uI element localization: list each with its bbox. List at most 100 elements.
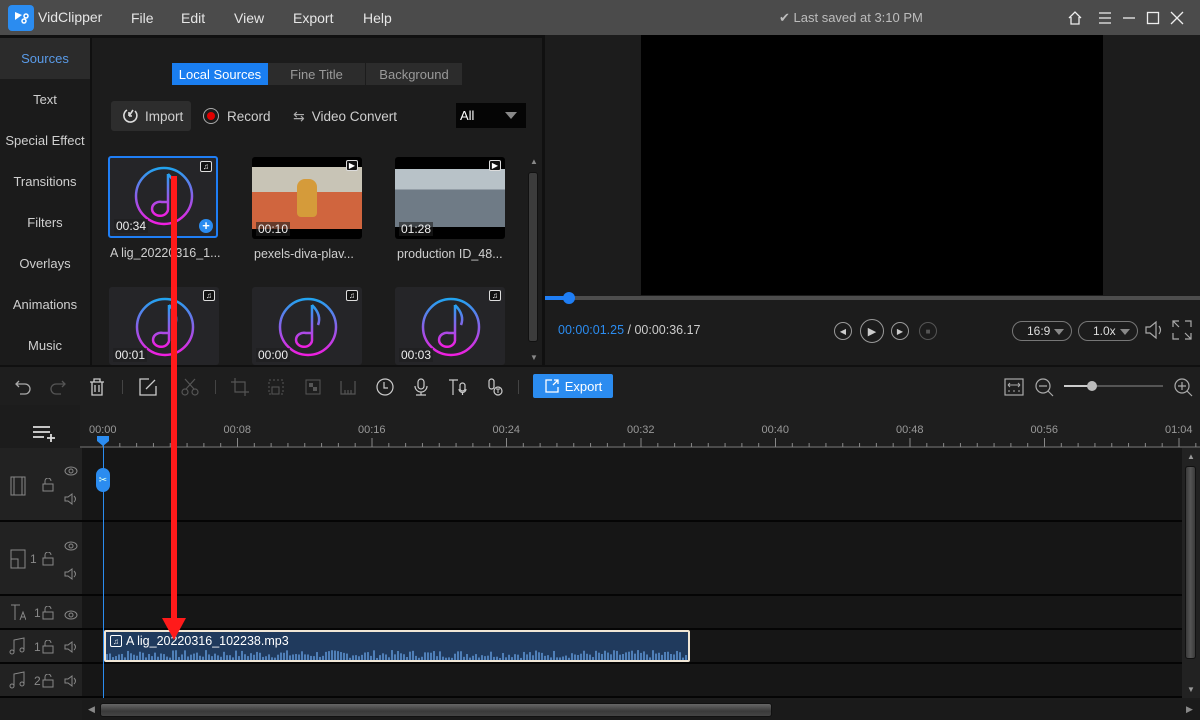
nav-special-effect[interactable]: Special Effect <box>0 120 90 161</box>
waveform-bar <box>349 657 351 660</box>
lock-icon[interactable] <box>42 673 54 691</box>
lock-icon[interactable] <box>42 551 54 569</box>
waveform-bar <box>667 651 669 660</box>
nav-text[interactable]: Text <box>0 79 90 120</box>
waveform-bar <box>151 656 153 660</box>
audio-mix-icon[interactable] <box>338 377 358 397</box>
record-voice-icon[interactable] <box>411 377 431 397</box>
maximize-icon[interactable] <box>1144 9 1162 27</box>
duration-icon[interactable] <box>375 377 395 397</box>
speaker-icon[interactable] <box>64 675 78 690</box>
track-divider <box>0 594 1182 596</box>
minimize-icon[interactable] <box>1120 9 1138 27</box>
menu-view[interactable]: View <box>234 10 264 26</box>
menu-icon[interactable] <box>1096 9 1114 27</box>
tab-background[interactable]: Background <box>366 63 462 85</box>
fullscreen-icon[interactable] <box>1172 320 1192 343</box>
close-icon[interactable] <box>1168 9 1186 27</box>
menu-edit[interactable]: Edit <box>181 10 205 26</box>
waveform-bar <box>334 650 336 660</box>
play-button[interactable]: ▶ <box>860 319 884 343</box>
eye-icon[interactable] <box>64 608 78 623</box>
delete-icon[interactable] <box>87 377 107 397</box>
waveform-bar <box>160 653 162 660</box>
tab-local-sources[interactable]: Local Sources <box>172 63 268 85</box>
nav-animations[interactable]: Animations <box>0 284 90 325</box>
nav-filters[interactable]: Filters <box>0 202 90 243</box>
home-icon[interactable] <box>1066 9 1084 27</box>
text-to-speech-icon[interactable] <box>448 377 468 397</box>
play-icon: ▶ <box>867 325 877 338</box>
nav-sources[interactable]: Sources <box>0 38 90 79</box>
edit-icon[interactable] <box>138 377 158 397</box>
waveform-bar <box>490 651 492 660</box>
seek-handle[interactable] <box>563 292 575 304</box>
undo-icon[interactable] <box>13 377 33 397</box>
fit-timeline-icon[interactable] <box>1004 377 1024 397</box>
time-display: 00:00:01.25 / 00:00:36.17 <box>558 323 701 337</box>
speaker-icon[interactable] <box>64 568 78 583</box>
speech-to-text-icon[interactable] <box>485 377 505 397</box>
redo-icon[interactable] <box>48 377 68 397</box>
seek-bar[interactable] <box>545 296 1200 300</box>
eye-icon[interactable] <box>64 539 78 554</box>
media-thumbnail[interactable]: ▶ 00:10 <box>252 157 362 239</box>
zoom-out-icon[interactable] <box>1034 377 1054 397</box>
crop-icon[interactable] <box>230 377 250 397</box>
freeze-frame-icon[interactable] <box>266 377 286 397</box>
nav-transitions[interactable]: Transitions <box>0 161 90 202</box>
eye-icon[interactable] <box>64 464 78 479</box>
menu-help[interactable]: Help <box>363 10 392 26</box>
volume-icon[interactable] <box>1144 320 1166 343</box>
split-icon[interactable] <box>180 377 200 397</box>
horizontal-scroll-thumb[interactable] <box>100 703 772 717</box>
video-convert-button[interactable]: ⇆ Video Convert <box>293 101 397 131</box>
audio-clip[interactable]: ♫ A lig_20220316_102238.mp3 <box>104 630 690 662</box>
waveform-bar <box>457 651 459 660</box>
next-frame-button[interactable]: ▶ <box>891 322 909 340</box>
speaker-icon[interactable] <box>64 493 78 508</box>
add-track-icon[interactable] <box>32 425 56 446</box>
lock-icon[interactable] <box>42 605 54 623</box>
waveform-bar <box>316 652 318 660</box>
media-thumbnail[interactable]: ▶ 01:28 <box>395 157 505 239</box>
waveform-bar <box>250 653 252 660</box>
media-item[interactable]: ▶ 01:28 production ID_48... <box>395 157 517 261</box>
waveform-bar <box>409 651 411 660</box>
media-item[interactable]: ♫ 00:34 + A lig_20220316_1... <box>108 156 230 260</box>
media-item[interactable]: ▶ 00:10 pexels-diva-plav... <box>252 157 374 261</box>
vertical-scroll-thumb[interactable] <box>1185 466 1196 659</box>
media-item[interactable]: ♫ 00:01 <box>109 287 219 365</box>
waveform-bar <box>553 650 555 660</box>
media-scrollbar[interactable]: ▲ ▼ <box>527 157 539 362</box>
aspect-ratio-select[interactable]: 16:9 <box>1012 321 1072 341</box>
mosaic-icon[interactable] <box>303 377 323 397</box>
speaker-icon[interactable] <box>64 641 78 656</box>
media-thumbnail[interactable]: ♫ 00:34 + <box>108 156 218 238</box>
waveform-bar <box>358 656 360 660</box>
stop-button[interactable]: ■ <box>919 322 937 340</box>
media-item[interactable]: ♫ 00:03 <box>395 287 505 365</box>
export-button[interactable]: Export <box>533 374 613 398</box>
menu-file[interactable]: File <box>131 10 154 26</box>
tab-fine-title[interactable]: Fine Title <box>268 63 365 85</box>
nav-music[interactable]: Music <box>0 325 90 366</box>
split-at-playhead-button[interactable]: ✂ <box>96 468 110 492</box>
lock-icon[interactable] <box>42 639 54 657</box>
prev-frame-button[interactable]: ◀ <box>834 322 852 340</box>
lock-icon[interactable] <box>42 477 54 495</box>
media-item[interactable]: ♫ 00:00 <box>252 287 362 365</box>
menu-export[interactable]: Export <box>293 10 333 26</box>
add-to-timeline-icon[interactable]: + <box>199 219 213 233</box>
record-button[interactable]: Record <box>203 101 271 131</box>
waveform-bar <box>676 650 678 660</box>
overlay-track-icon <box>10 549 26 572</box>
scroll-right-icon[interactable]: ▶ <box>1182 700 1200 720</box>
filter-select[interactable]: All <box>456 103 526 128</box>
nav-overlays[interactable]: Overlays <box>0 243 90 284</box>
waveform-bar <box>271 657 273 660</box>
timeline-zoom-handle[interactable] <box>1087 381 1097 391</box>
zoom-in-icon[interactable] <box>1173 377 1193 397</box>
import-button[interactable]: Import <box>111 101 191 131</box>
speed-select[interactable]: 1.0x <box>1078 321 1138 341</box>
